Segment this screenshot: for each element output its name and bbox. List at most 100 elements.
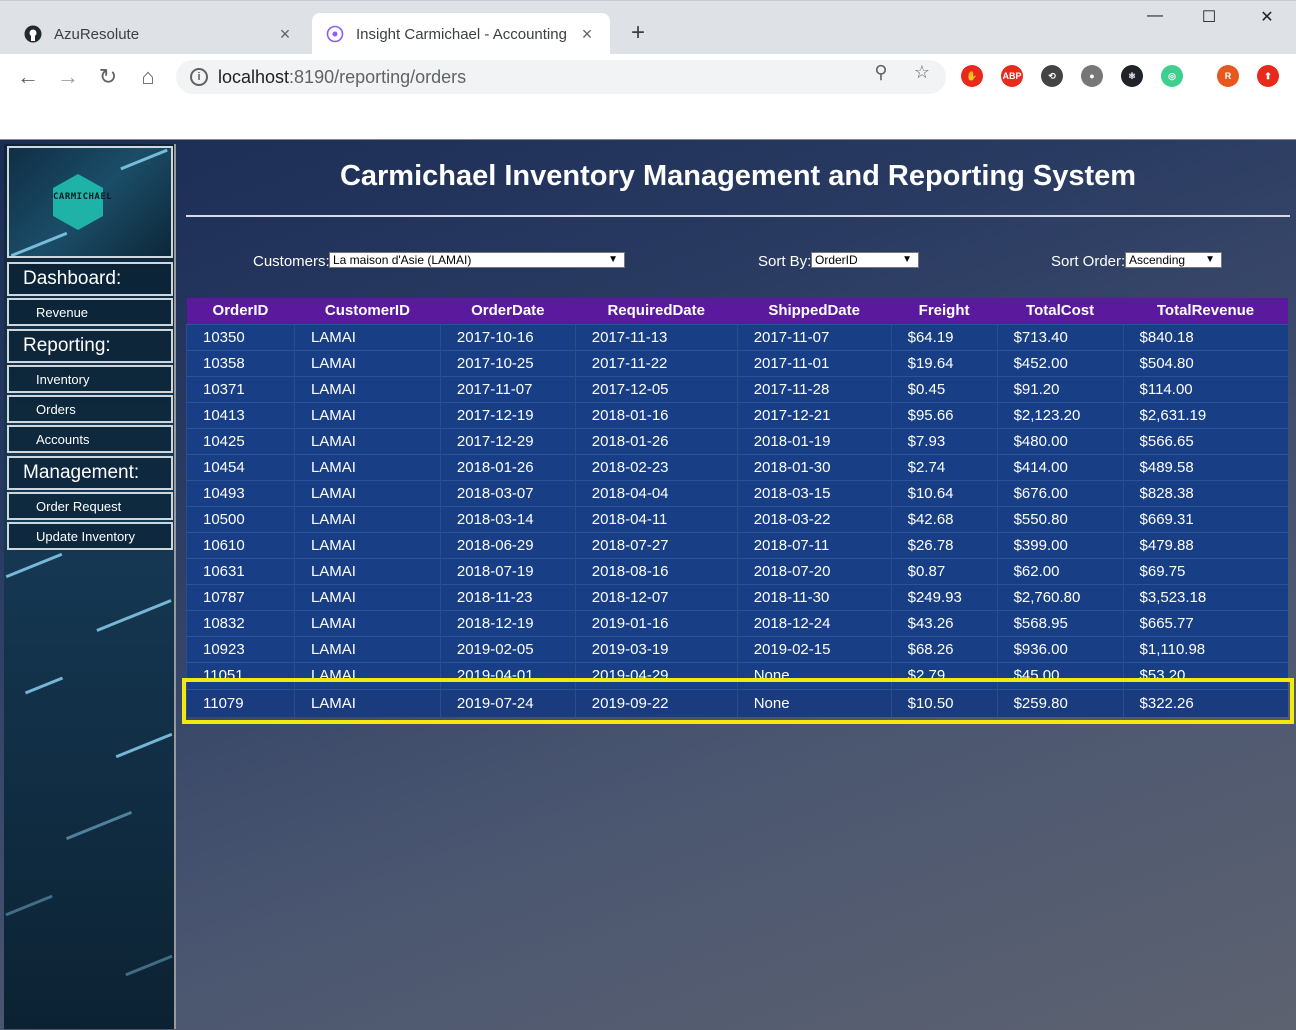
cell-totalrevenue: $479.88 [1122, 531, 1288, 558]
table-row[interactable]: 10350 LAMAI 2017-10-16 2017-11-13 2017-11-07… [186, 323, 1288, 350]
update-icon[interactable]: ⬆ [1257, 65, 1279, 87]
cell-freight: $249.93 [890, 583, 998, 610]
title-divider [186, 215, 1290, 217]
close-icon[interactable]: × [276, 24, 294, 45]
forward-button[interactable]: → [55, 64, 81, 90]
cell-shippeddate: None [736, 661, 892, 689]
cell-freight: $7.93 [890, 427, 998, 454]
column-header-shippeddate[interactable]: ShippedDate [737, 298, 892, 324]
page-title: Carmichael Inventory Management and Repo… [339, 160, 1137, 192]
cell-orderid: 10923 [186, 635, 295, 662]
table-row[interactable]: 10631 LAMAI 2018-07-19 2018-08-16 2018-07-20… [186, 557, 1288, 584]
tab-azuresolute[interactable]: AzuResolute × [10, 13, 308, 55]
minimize-button[interactable]: — [1140, 7, 1170, 25]
sort-order-select[interactable]: Ascending ▼ [1125, 252, 1222, 268]
column-header-freight[interactable]: Freight [891, 298, 998, 324]
table-row[interactable]: 10493 LAMAI 2018-03-07 2018-04-04 2018-03-15… [186, 479, 1288, 506]
chevron-down-icon: ▼ [608, 254, 618, 265]
close-icon[interactable]: × [578, 24, 596, 45]
table-row[interactable]: 10923 LAMAI 2019-02-05 2019-03-19 2019-02-15… [186, 635, 1288, 662]
table-row[interactable]: 10358 LAMAI 2017-10-25 2017-11-22 2017-11-01… [186, 349, 1288, 376]
cell-freight: $95.66 [890, 401, 998, 428]
cell-orderid: 10610 [186, 531, 295, 558]
cell-orderid: 10350 [186, 323, 295, 350]
table-header-row: OrderID CustomerID OrderDate RequiredDate Sh… [186, 298, 1288, 324]
table-row[interactable]: 10500 LAMAI 2018-03-14 2018-04-11 2018-03-22… [186, 505, 1288, 532]
sidebar-item-order-request[interactable]: Order Request [7, 492, 173, 520]
zoom-icon[interactable]: ⚲ [870, 62, 892, 83]
cell-totalcost: $713.40 [996, 323, 1124, 350]
cell-totalrevenue: $489.58 [1122, 453, 1288, 480]
column-header-customerid[interactable]: CustomerID [294, 298, 441, 324]
sidebar-item-revenue[interactable]: Revenue [7, 298, 173, 326]
cell-requireddate: 2017-11-13 [574, 323, 738, 350]
table-row[interactable]: 10610 LAMAI 2018-06-29 2018-07-27 2018-07-11… [186, 531, 1288, 558]
ublock-icon[interactable]: ✋ [961, 65, 983, 87]
cell-shippeddate: 2019-02-15 [736, 635, 892, 662]
cell-shippeddate: None [736, 688, 892, 717]
adblock-plus-icon[interactable]: ABP [1001, 65, 1023, 87]
cell-freight: $64.19 [890, 323, 998, 350]
tab-title: AzuResolute [54, 25, 140, 43]
column-header-orderid[interactable]: OrderID [186, 298, 295, 324]
new-tab-button[interactable]: + [626, 19, 650, 47]
column-header-requireddate[interactable]: RequiredDate [575, 298, 738, 324]
extension-circle-icon[interactable]: ⟲ [1041, 65, 1063, 87]
cell-shippeddate: 2018-01-19 [736, 427, 892, 454]
cell-freight: $26.78 [890, 531, 998, 558]
cell-customerid: LAMAI [293, 688, 441, 717]
address-bar[interactable]: i localhost:8190/reporting/orders [176, 60, 946, 94]
cell-shippeddate: 2018-03-22 [736, 505, 892, 532]
maximize-button[interactable]: ☐ [1194, 7, 1224, 27]
table-row[interactable]: 10413 LAMAI 2017-12-19 2018-01-16 2017-12-21… [186, 401, 1288, 428]
table-row[interactable]: 10832 LAMAI 2018-12-19 2019-01-16 2018-12-24… [186, 609, 1288, 636]
cell-orderdate: 2018-03-14 [439, 505, 576, 532]
sidebar-item-update-inventory[interactable]: Update Inventory [7, 522, 173, 550]
cell-orderdate: 2019-04-01 [439, 661, 576, 689]
profile-avatar-icon[interactable]: R [1217, 65, 1239, 87]
info-icon[interactable]: i [190, 68, 208, 86]
column-header-totalrevenue[interactable]: TotalRevenue [1123, 298, 1288, 324]
cell-shippeddate: 2017-11-01 [736, 349, 892, 376]
extension-sphere-icon[interactable]: ● [1081, 65, 1103, 87]
cell-freight: $2.79 [890, 661, 998, 689]
table-row[interactable]: 11051 LAMAI 2019-04-01 2019-04-29 None $2.79 $… [186, 661, 1288, 689]
sidebar-item-inventory[interactable]: Inventory [7, 365, 173, 393]
react-devtools-icon[interactable]: ⚛ [1121, 65, 1143, 87]
cell-orderid: 11051 [186, 661, 295, 689]
sidebar-item-orders[interactable]: Orders [7, 395, 173, 423]
sort-order-select-value: Ascending [1129, 253, 1186, 267]
table-row[interactable]: 10425 LAMAI 2017-12-29 2018-01-26 2018-01-19… [186, 427, 1288, 454]
cell-freight: $10.50 [890, 688, 998, 717]
extension-target-icon[interactable]: ◎ [1161, 65, 1183, 87]
tab-insight-carmichael[interactable]: Insight Carmichael - Accounting × [312, 13, 610, 55]
table-row[interactable]: 10787 LAMAI 2018-11-23 2018-12-07 2018-11-30… [186, 583, 1288, 610]
cell-customerid: LAMAI [293, 427, 441, 454]
cell-shippeddate: 2018-01-30 [736, 453, 892, 480]
url-text[interactable]: localhost:8190/reporting/orders [218, 67, 946, 88]
cell-customerid: LAMAI [293, 479, 441, 506]
carmichael-logo: CARMICHAEL [7, 146, 173, 258]
cell-requireddate: 2018-02-23 [574, 453, 738, 480]
bookmark-star-icon[interactable]: ☆ [911, 62, 933, 83]
cell-orderdate: 2018-12-19 [439, 609, 576, 636]
cell-requireddate: 2018-04-04 [574, 479, 738, 506]
cell-customerid: LAMAI [293, 401, 441, 428]
logo-hexagon-icon [53, 174, 103, 230]
sidebar-item-accounts[interactable]: Accounts [7, 425, 173, 453]
sort-by-select-value: OrderID [815, 253, 858, 267]
back-button[interactable]: ← [15, 64, 41, 90]
home-button[interactable]: ⌂ [135, 64, 161, 90]
column-header-orderdate[interactable]: OrderDate [440, 298, 576, 324]
close-window-button[interactable]: ✕ [1252, 7, 1282, 27]
reload-button[interactable]: ↻ [95, 64, 121, 90]
cell-totalcost: $452.00 [996, 349, 1124, 376]
cell-requireddate: 2018-04-11 [574, 505, 738, 532]
table-row[interactable]: 10371 LAMAI 2017-11-07 2017-12-05 2017-11-28… [186, 375, 1288, 402]
customers-select[interactable]: La maison d'Asie (LAMAI) ▼ [329, 252, 625, 268]
sort-by-select[interactable]: OrderID ▼ [811, 252, 919, 268]
selected-table-row[interactable]: 11079 LAMAI 2019-07-24 2019-09-22 None $10.50… [186, 688, 1288, 717]
column-header-totalcost[interactable]: TotalCost [997, 298, 1124, 324]
cell-requireddate: 2019-09-22 [574, 688, 738, 717]
table-row[interactable]: 10454 LAMAI 2018-01-26 2018-02-23 2018-01-30… [186, 453, 1288, 480]
